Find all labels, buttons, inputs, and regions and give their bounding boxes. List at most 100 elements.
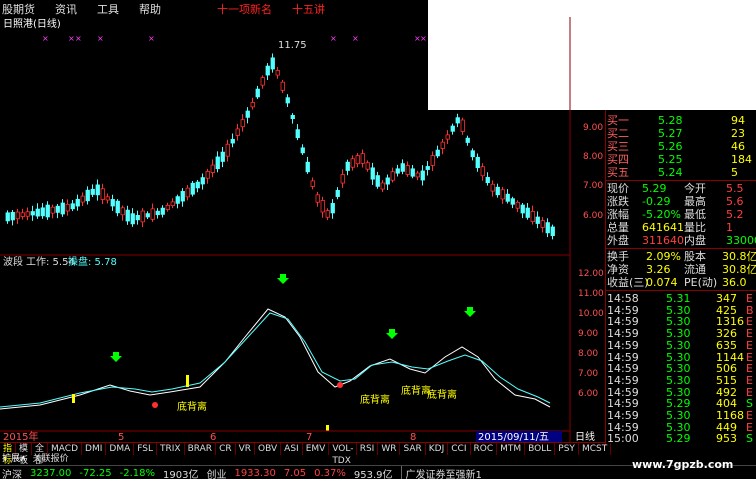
svg-text:×: × — [352, 34, 359, 43]
fund-value: 3.26 — [646, 263, 671, 276]
index2-value: 1933.30 — [234, 467, 276, 479]
book-volume: 23 — [731, 127, 745, 140]
svg-text:×: × — [420, 34, 427, 43]
svg-text:×: × — [68, 34, 75, 43]
book-row: 买一 5.28 94 — [606, 114, 756, 127]
fund-label: 收益(三) — [607, 276, 649, 289]
price-tick: 6.00 — [583, 211, 603, 221]
index1-change: -72.25 — [79, 467, 112, 479]
book-price: 5.27 — [658, 127, 683, 140]
indicator-tick: 6.00 — [578, 389, 598, 399]
indicator-tick: 8.00 — [578, 349, 598, 359]
indicator-line-white — [0, 308, 551, 410]
tick-volume: 953 — [716, 432, 737, 446]
signal-label-2: 底背离 — [360, 393, 390, 406]
book-row: 买四 5.25 184 — [606, 153, 756, 166]
menu-item-help[interactable]: 帮助 — [139, 1, 161, 17]
tick-time: 15:00 — [607, 432, 639, 446]
stat-label: 涨幅 — [607, 208, 629, 221]
stat-value: 5.2 — [726, 208, 744, 221]
fund-row: 换手 2.09% 股本 30.8亿 — [606, 250, 756, 263]
book-volume: 46 — [731, 140, 745, 153]
stat-label: 现价 — [607, 182, 629, 195]
menu-item-news[interactable]: 资讯 — [55, 1, 77, 17]
stat-value: 5.5 — [726, 182, 744, 195]
fund-value: 30.8亿 — [722, 250, 756, 263]
index2-change: 7.05 — [283, 467, 307, 479]
tick-direction: S — [746, 432, 753, 446]
book-volume: 5 — [731, 166, 738, 179]
book-price: 5.26 — [658, 140, 683, 153]
svg-text:×: × — [75, 34, 82, 43]
stat-label: 总量 — [607, 221, 629, 234]
book-price: 5.24 — [658, 166, 683, 179]
index1-value: 3237.00 — [30, 467, 72, 479]
signal-label-4: 底背离 — [427, 388, 457, 401]
svg-text:×: × — [42, 34, 49, 43]
book-row: 买二 5.27 23 — [606, 127, 756, 140]
price-tick: 7.00 — [583, 181, 603, 191]
menu-highlight-2[interactable]: 十五讲 — [292, 1, 325, 17]
fund-value: 30.8亿 — [722, 263, 756, 276]
fund-value: 36.0 — [722, 276, 747, 289]
indicator-axis: 12.00 11.00 10.00 9.00 8.00 7.00 6.00 — [578, 269, 604, 399]
fund-value: 2.09% — [646, 250, 681, 263]
fund-row: 收益(三) 0.074 PE(动) 36.0 — [606, 276, 756, 289]
expand-button[interactable]: 扩展∧ — [2, 454, 27, 465]
stat-value: 311640 — [642, 234, 684, 247]
quote-panel: 买一 5.28 94 买二 5.27 23 买三 5.26 46 买四 5.25 184 买五 5.24 5… — [605, 110, 756, 446]
stat-row: 现价 5.29 今开 5.5 — [606, 182, 756, 195]
book-row: 买三 5.26 46 — [606, 140, 756, 153]
stat-value: 5.29 — [642, 182, 667, 195]
chart-title: 日照港(日线) — [3, 17, 61, 30]
fund-label: 净资 — [607, 263, 629, 276]
candles: × × × × × × × × × — [5, 34, 555, 240]
high-label: 11.75 — [278, 40, 307, 51]
book-volume: 94 — [731, 114, 745, 127]
book-row: 买五 5.24 5 — [606, 166, 756, 179]
kline-chart[interactable]: × × × × × × × × × 9.00 8.00 7.00 6.00 12.00 11.00 10.… — [0, 17, 605, 457]
indicator-tick: 10.00 — [578, 309, 604, 319]
index1-pct: -2.18% — [119, 467, 155, 479]
fund-row: 净资 3.26 流通 30.8亿 — [606, 263, 756, 276]
signal-label-1: 底背离 — [177, 400, 207, 413]
tick-price: 5.29 — [666, 432, 691, 446]
fund-label: 流通 — [684, 263, 706, 276]
stat-label: 内盘 — [684, 234, 706, 247]
stat-row: 总量 641641 量比 1 — [606, 221, 756, 234]
tick-row: 15:00 5.29 953 S — [606, 432, 756, 445]
indicator-tick: 12.00 — [578, 269, 604, 279]
indicator-tick: 7.00 — [578, 369, 598, 379]
stat-value: 33000 — [726, 234, 756, 247]
book-price: 5.28 — [658, 114, 683, 127]
book-label: 买三 — [607, 140, 629, 153]
indicator-line-cyan — [0, 312, 551, 408]
stat-label: 量比 — [684, 221, 706, 234]
book-label: 买五 — [607, 166, 629, 179]
stat-value: 5.6 — [726, 195, 744, 208]
stat-row: 涨跌 -0.29 最高 5.6 — [606, 195, 756, 208]
index2-pct: 0.37% — [314, 467, 346, 479]
stat-label: 最高 — [684, 195, 706, 208]
related-quote-button[interactable]: 关联报价 — [33, 454, 69, 465]
signal-marks — [72, 274, 476, 431]
stat-value: -5.20% — [642, 208, 681, 221]
svg-text:×: × — [330, 34, 337, 43]
menu-bar: 股期货 资讯 工具 帮助 十一项新名 十五讲 — [0, 0, 428, 17]
stat-value: 641641 — [642, 221, 684, 234]
book-label: 买四 — [607, 153, 629, 166]
menu-item-futures[interactable]: 股期货 — [2, 1, 35, 17]
book-label: 买二 — [607, 127, 629, 140]
fund-label: 股本 — [684, 250, 706, 263]
price-tick: 9.00 — [583, 123, 603, 133]
stat-label: 涨跌 — [607, 195, 629, 208]
menu-highlight-1[interactable]: 十一项新名 — [217, 1, 272, 17]
indicator-tick: 11.00 — [578, 289, 604, 299]
sub-bar: 扩展∧ 关联报价 — [0, 454, 607, 465]
book-price: 5.25 — [658, 153, 683, 166]
watermark: www.7gpzb.com — [632, 458, 734, 471]
price-tick: 8.00 — [583, 152, 603, 162]
menu-item-tools[interactable]: 工具 — [97, 1, 119, 17]
fund-value: 0.074 — [646, 276, 678, 289]
fund-label: PE(动) — [684, 276, 718, 289]
